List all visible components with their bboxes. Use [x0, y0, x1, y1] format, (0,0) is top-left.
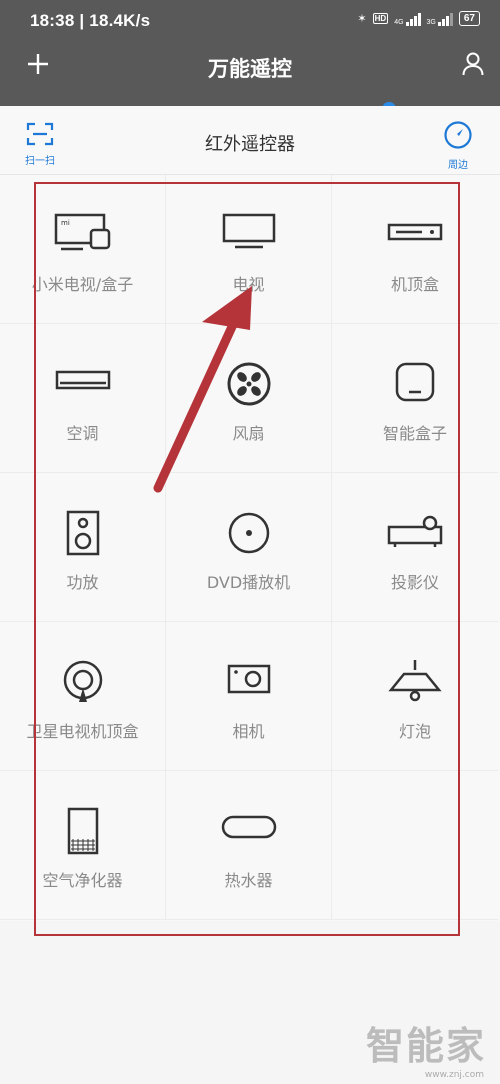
device-label: 机顶盒: [390, 275, 439, 294]
device-item-dvd[interactable]: DVD播放机: [166, 473, 332, 622]
device-item-smart-box[interactable]: 智能盒子: [332, 324, 498, 473]
device-label: 风扇: [232, 424, 265, 443]
device-label: 相机: [232, 722, 265, 741]
tv-icon: [222, 213, 275, 249]
device-item-water-heater[interactable]: 热水器: [166, 771, 332, 920]
device-item-air-conditioner[interactable]: 空调: [0, 324, 166, 473]
smart-box-icon: [395, 362, 435, 402]
signal-3g-icon: 3G: [427, 12, 453, 26]
user-icon[interactable]: [462, 52, 484, 76]
bluetooth-icon: ✶: [357, 13, 367, 25]
air-conditioner-icon: [55, 370, 110, 390]
device-label: 电视: [232, 275, 265, 294]
nearby-button[interactable]: 周边: [438, 120, 478, 171]
device-item-amplifier[interactable]: 功放: [0, 473, 166, 622]
water-heater-icon: [221, 815, 276, 839]
projector-icon: [387, 515, 443, 547]
status-icons: ✶ HD 4G 3G 67: [357, 11, 480, 26]
fan-icon: [227, 362, 270, 406]
svg-text:mi: mi: [61, 219, 70, 227]
air-purifier-icon: [67, 807, 98, 855]
satellite-icon: [63, 660, 102, 702]
nearby-label: 周边: [448, 160, 468, 171]
lamp-icon: [388, 660, 442, 702]
remote-type-title: 红外遥控器: [205, 134, 295, 155]
app-bar: 万能遥控: [0, 40, 500, 106]
battery-icon: 67: [458, 11, 480, 26]
device-grid: mi 小米电视/盒子 电视 机顶盒 空调 风扇 智能盒子 功放 DVD播放机 投…: [0, 175, 500, 921]
device-item-projector[interactable]: 投影仪: [332, 473, 498, 622]
compass-icon: [444, 121, 472, 149]
device-label: 投影仪: [390, 573, 439, 592]
dvd-icon: [228, 512, 269, 554]
status-bar: 18:38 | 18.4K/s ✶ HD 4G 3G 67: [0, 0, 500, 40]
sub-header: 扫一扫 红外遥控器 周边: [0, 106, 500, 175]
device-label: 功放: [66, 573, 99, 592]
set-top-box-icon: [387, 223, 443, 241]
device-item-empty: [332, 771, 498, 920]
page-title: 万能遥控: [208, 57, 292, 81]
device-label: 智能盒子: [382, 424, 447, 443]
hd-icon: HD: [372, 13, 389, 24]
watermark-logo: 智能家: [365, 1024, 486, 1068]
device-label: DVD播放机: [206, 573, 291, 592]
device-item-set-top-box[interactable]: 机顶盒: [332, 175, 498, 324]
device-item-fan[interactable]: 风扇: [166, 324, 332, 473]
device-label: 灯泡: [398, 722, 431, 741]
device-label: 空气净化器: [42, 871, 123, 890]
watermark-site: www.znj.com: [424, 1070, 484, 1080]
mi-tv-box-icon: mi: [54, 213, 110, 251]
device-item-lamp[interactable]: 灯泡: [332, 622, 498, 771]
device-item-air-purifier[interactable]: 空气净化器: [0, 771, 166, 920]
device-item-mi-tv-box[interactable]: mi 小米电视/盒子: [0, 175, 166, 324]
device-item-tv[interactable]: 电视: [166, 175, 332, 324]
amplifier-icon: [66, 510, 99, 556]
signal-4g-icon: 4G: [394, 12, 421, 26]
camera-icon: [227, 664, 270, 694]
device-label: 小米电视/盒子: [31, 275, 134, 294]
status-time: 18:38 | 18.4K/s: [30, 11, 151, 30]
device-label: 热水器: [224, 871, 273, 890]
device-item-camera[interactable]: 相机: [166, 622, 332, 771]
device-label: 空调: [66, 424, 99, 443]
device-label: 卫星电视机顶盒: [26, 722, 139, 741]
device-item-satellite[interactable]: 卫星电视机顶盒: [0, 622, 166, 771]
